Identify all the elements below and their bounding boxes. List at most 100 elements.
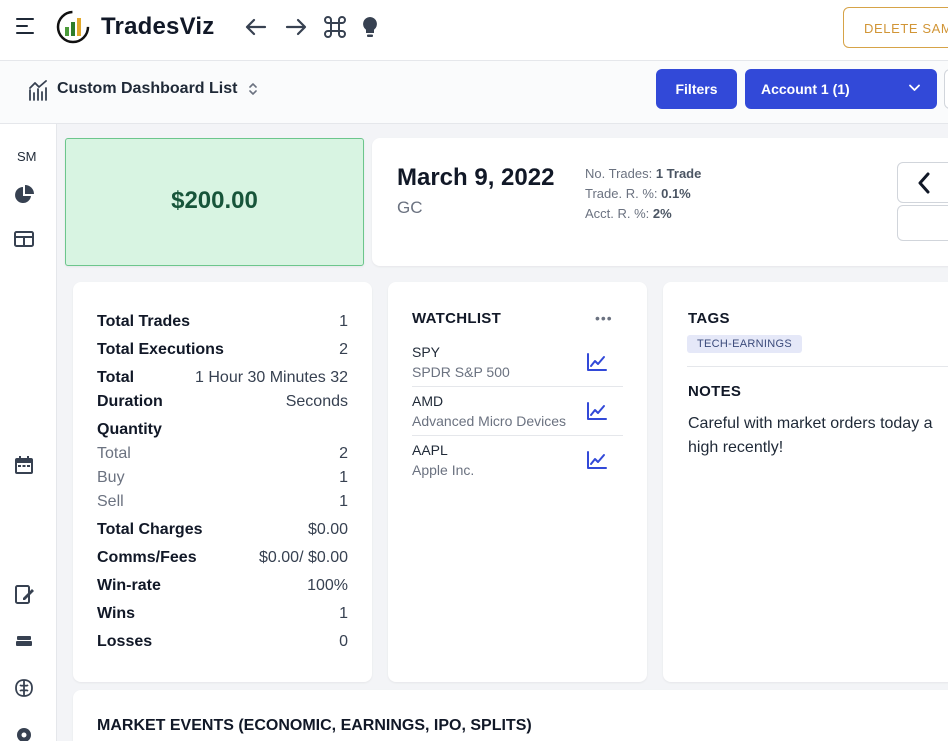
logo-icon[interactable]: [56, 10, 90, 44]
stat-label: Total Executions: [97, 341, 224, 358]
stat-losses: Losses 0: [97, 633, 348, 657]
tag-badge[interactable]: TECH-EARNINGS: [687, 335, 802, 353]
layout-icon[interactable]: [13, 228, 35, 250]
stat-value: 1: [339, 313, 348, 330]
trade-r-label: Trade. R. %:: [585, 186, 658, 201]
stat-wins: Wins 1: [97, 605, 348, 629]
stat-label: Total Trades: [97, 313, 191, 330]
divider: [412, 386, 623, 387]
stat-label: Total: [97, 445, 131, 462]
chevron-down-icon: [909, 84, 920, 91]
filters-button[interactable]: Filters: [656, 69, 737, 109]
acct-r-value: 2%: [652, 206, 672, 221]
pnl-card: $200.00: [65, 138, 364, 266]
tags-notes-card: TAGS TECH-EARNINGS NOTES Careful with ma…: [663, 282, 948, 682]
market-events-title: MARKET EVENTS (ECONOMIC, EARNINGS, IPO, …: [97, 717, 532, 734]
stat-label: Total: [97, 369, 135, 386]
trade-date: March 9, 2022: [397, 164, 555, 191]
stat-value: 1: [339, 605, 348, 622]
journal-edit-icon[interactable]: [13, 583, 35, 605]
chevron-left-icon: [918, 172, 930, 194]
previous-day-button[interactable]: [897, 162, 948, 203]
notes-line: high recently!: [688, 439, 784, 456]
chart-line-icon: [29, 80, 47, 101]
account-dropdown[interactable]: Account 1 (1): [745, 69, 937, 109]
tags-title: TAGS: [688, 310, 730, 327]
stat-value: Seconds: [285, 393, 348, 410]
overflow-button[interactable]: [944, 69, 948, 109]
stat-value: 1: [339, 493, 348, 510]
stat-value: $0.00: [307, 521, 348, 538]
stat-qty-sell: Sell 1: [97, 493, 348, 517]
brand-name[interactable]: TradesViz: [101, 13, 214, 41]
acct-r-label: Acct. R. %:: [585, 206, 650, 221]
forward-arrow-icon[interactable]: [283, 14, 309, 40]
stat-label: Sell: [97, 493, 124, 510]
stat-label: Win-rate: [97, 577, 161, 594]
watchlist-symbol: SPY: [412, 344, 441, 360]
stat-qty-buy: Buy 1: [97, 469, 348, 493]
stat-value: 1 Hour 30 Minutes 32: [195, 369, 348, 386]
user-initials[interactable]: SM: [17, 149, 37, 164]
account-label: Account 1 (1): [761, 81, 850, 97]
more-options-icon[interactable]: •••: [595, 310, 613, 326]
top-bar: TradesViz DELETE SAM: [0, 0, 948, 61]
menu-icon[interactable]: [16, 18, 34, 35]
trade-symbol[interactable]: GC: [397, 198, 423, 218]
stat-value: 2: [339, 341, 348, 358]
stat-label: Duration: [97, 393, 163, 410]
stat-total-charges: Total Charges $0.00: [97, 521, 348, 545]
stat-value: $0.00/ $0.00: [259, 549, 348, 566]
divider: [687, 366, 948, 367]
watchlist-name: Apple Inc.: [412, 462, 475, 478]
watchlist-title: WATCHLIST: [412, 310, 502, 327]
calendar-icon[interactable]: [13, 454, 35, 476]
stat-total-trades: Total Trades 1: [97, 313, 348, 337]
watchlist-item[interactable]: AAPL Apple Inc.: [412, 442, 623, 491]
delete-sample-button[interactable]: DELETE SAM: [843, 7, 948, 48]
back-arrow-icon[interactable]: [243, 14, 269, 40]
stat-comms-fees: Comms/Fees $0.00/ $0.00: [97, 549, 348, 573]
stat-value: 100%: [307, 577, 348, 594]
trades-count-label: No. Trades:: [585, 166, 653, 181]
stat-value: 0: [339, 633, 348, 650]
notes-line: Careful with market orders today a: [688, 415, 933, 432]
trade-stats-card: Total Trades 1 Total Executions 2 Total …: [73, 282, 372, 682]
sort-updown-icon[interactable]: [248, 81, 258, 97]
stat-qty-total: Total 2: [97, 445, 348, 469]
dashboard-select[interactable]: Custom Dashboard List: [57, 80, 237, 98]
next-day-button[interactable]: [897, 205, 948, 241]
chart-line-icon[interactable]: [586, 401, 608, 421]
stack-icon[interactable]: [13, 630, 35, 652]
notes-title: NOTES: [688, 383, 742, 400]
day-stats: No. Trades: 1 Trade Trade. R. %: 0.1% Ac…: [585, 164, 701, 224]
stat-total-duration: Total 1 Hour 30 Minutes 32: [97, 369, 348, 393]
stat-label: Comms/Fees: [97, 549, 197, 566]
pie-chart-icon[interactable]: [13, 184, 35, 206]
market-events-card: MARKET EVENTS (ECONOMIC, EARNINGS, IPO, …: [73, 690, 948, 741]
chart-line-icon[interactable]: [586, 352, 608, 372]
watchlist-name: SPDR S&P 500: [412, 364, 510, 380]
brain-icon[interactable]: [13, 677, 35, 699]
stat-label: Quantity: [97, 421, 162, 438]
watchlist-card: WATCHLIST ••• SPY SPDR S&P 500 AMD Advan…: [388, 282, 647, 682]
day-summary-card: March 9, 2022 GC No. Trades: 1 Trade Tra…: [372, 138, 948, 266]
stat-label: Wins: [97, 605, 136, 622]
stat-win-rate: Win-rate 100%: [97, 577, 348, 601]
lightbulb-icon[interactable]: [357, 14, 383, 40]
trades-count-value: 1 Trade: [655, 166, 702, 181]
watchlist-symbol: AAPL: [412, 442, 448, 458]
stat-label: Total Charges: [97, 521, 203, 538]
stat-label: Buy: [97, 469, 125, 486]
stat-quantity: Quantity: [97, 421, 348, 445]
sidebar: SM: [0, 124, 57, 741]
chart-line-icon[interactable]: [586, 450, 608, 470]
stat-value: 1: [339, 469, 348, 486]
settings-gear-icon[interactable]: [13, 724, 35, 741]
command-icon[interactable]: [322, 14, 348, 40]
dashboard-bar: Custom Dashboard List Filters Account 1 …: [0, 61, 948, 124]
pnl-value: $200.00: [171, 187, 258, 214]
watchlist-name: Advanced Micro Devices: [412, 413, 567, 429]
notes-content: Careful with market orders today a high …: [688, 412, 948, 460]
trade-r-value: 0.1%: [661, 186, 691, 201]
